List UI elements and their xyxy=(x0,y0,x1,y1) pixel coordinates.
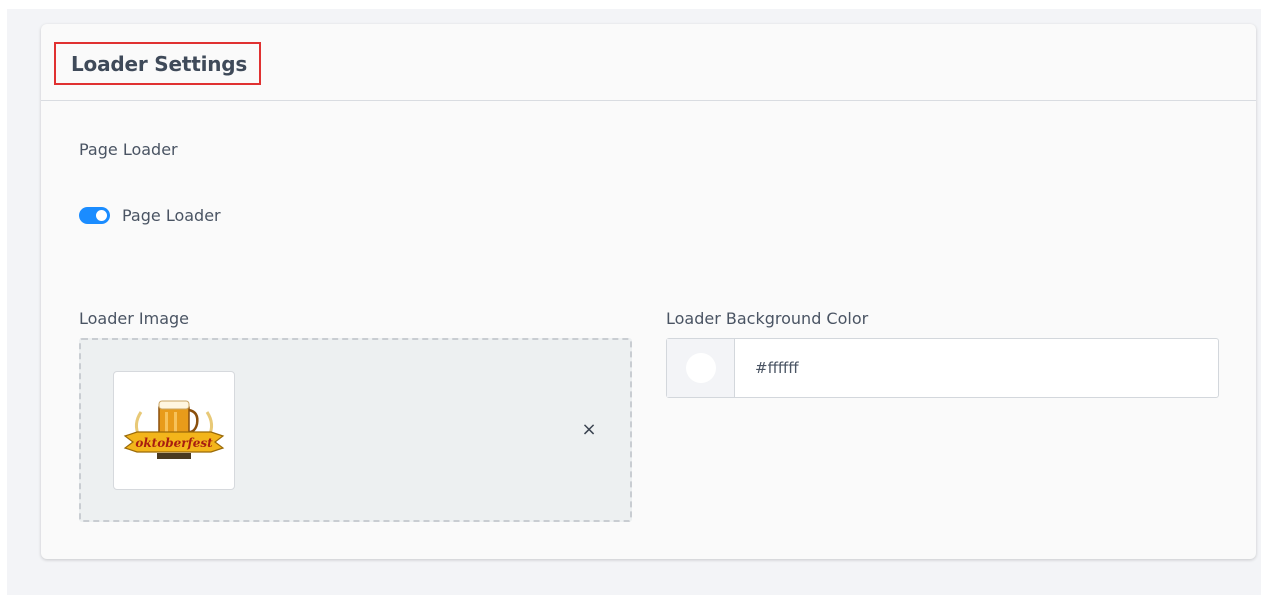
color-swatch-button[interactable] xyxy=(667,339,735,397)
card-title: Loader Settings xyxy=(71,51,248,76)
page-loader-toggle-label: Page Loader xyxy=(122,206,221,225)
page-loader-toggle-switch[interactable] xyxy=(79,207,110,224)
oktoberfest-logo: oktoberfest xyxy=(123,400,225,459)
page-loader-toggle-row[interactable]: Page Loader xyxy=(79,206,221,225)
loader-bg-color-input[interactable] xyxy=(735,339,1218,397)
toggle-knob xyxy=(96,210,107,221)
card-header: Loader Settings xyxy=(41,24,1256,101)
loader-image-thumbnail: oktoberfest xyxy=(113,371,235,490)
loader-image-dropzone[interactable]: oktoberfest × xyxy=(79,338,632,522)
loader-bg-color-field xyxy=(666,338,1219,398)
loader-image-label: Loader Image xyxy=(79,309,189,328)
title-highlight-box: Loader Settings xyxy=(54,42,261,85)
page-loader-section-label: Page Loader xyxy=(79,140,178,159)
loader-bg-color-label: Loader Background Color xyxy=(666,309,869,328)
loader-settings-card: Loader Settings Page Loader Page Loader … xyxy=(41,24,1256,559)
remove-image-button[interactable]: × xyxy=(579,420,599,440)
color-swatch xyxy=(685,353,716,383)
logo-text: oktoberfest xyxy=(135,436,213,450)
